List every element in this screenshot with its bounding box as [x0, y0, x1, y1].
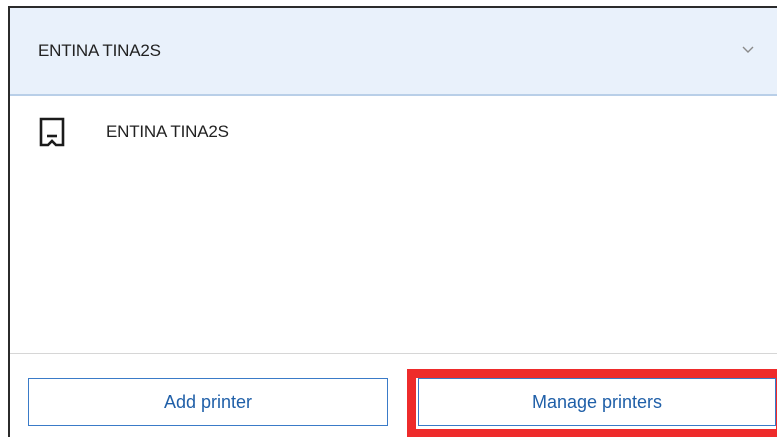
- manage-printers-button[interactable]: Manage printers: [418, 378, 776, 426]
- printer-dropdown-label: ENTINA TINA2S: [38, 41, 161, 60]
- printer-selector-panel: ENTINA TINA2S ENTINA TINA2S Add printer …: [8, 6, 777, 437]
- printer-item-label: ENTINA TINA2S: [106, 122, 229, 141]
- printer-list-item[interactable]: ENTINA TINA2S: [10, 106, 777, 158]
- printer-list: ENTINA TINA2S: [10, 98, 777, 352]
- printer-icon: [39, 117, 65, 147]
- footer-divider: [10, 353, 777, 354]
- chevron-down-icon: [742, 46, 754, 53]
- printer-dropdown[interactable]: ENTINA TINA2S: [10, 8, 777, 96]
- add-printer-button[interactable]: Add printer: [28, 378, 388, 426]
